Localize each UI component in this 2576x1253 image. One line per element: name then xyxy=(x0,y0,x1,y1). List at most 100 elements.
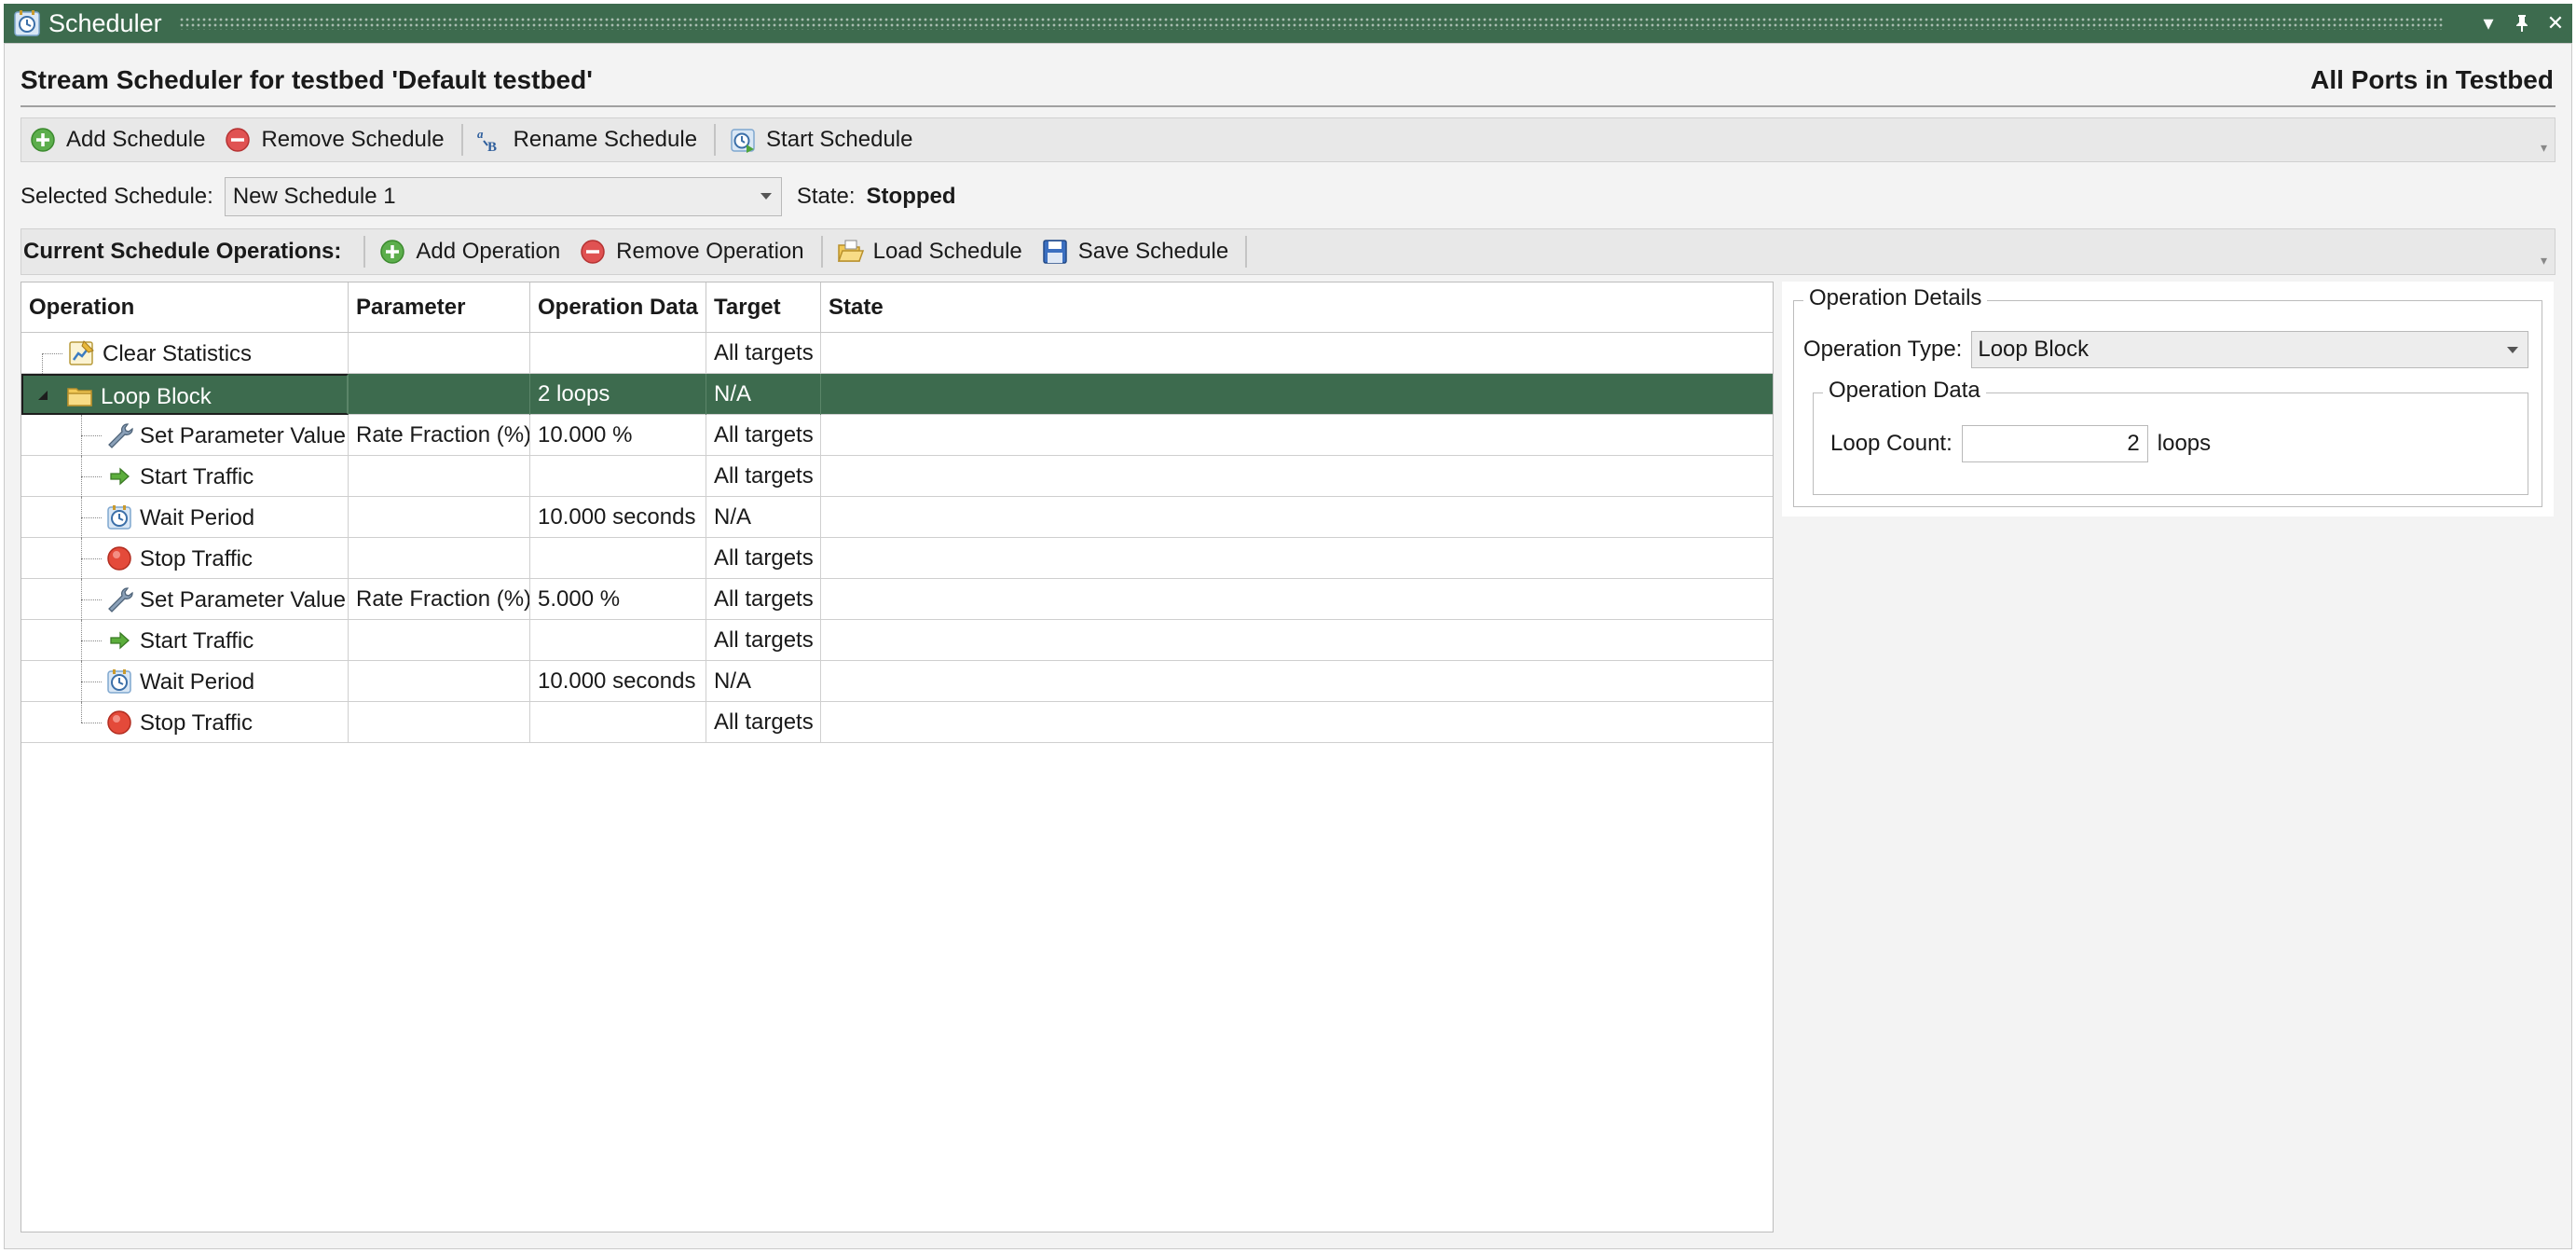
start-schedule-label: Start Schedule xyxy=(766,127,913,152)
target-cell: All targets xyxy=(706,456,821,497)
rename-icon: aB xyxy=(477,127,497,154)
operation-data-cell: 10.000 seconds xyxy=(530,497,706,538)
toolbar-overflow-icon[interactable]: ▾ xyxy=(2541,140,2547,156)
svg-text:a: a xyxy=(477,127,484,141)
grid-header: Operation Parameter Operation Data Targe… xyxy=(21,282,1773,333)
operation-cell: Stop Traffic xyxy=(21,702,349,743)
close-icon[interactable]: ✕ xyxy=(2539,7,2572,40)
operation-cell: Start Traffic xyxy=(21,620,349,661)
table-row[interactable]: Start Traffic All targets xyxy=(21,456,1773,497)
loop-count-unit: loops xyxy=(2157,431,2212,456)
operation-cell: Clear Statistics xyxy=(21,333,349,374)
remove-icon xyxy=(581,240,605,264)
parameter-cell xyxy=(349,620,530,661)
title-drag-grip[interactable] xyxy=(178,17,2444,30)
operation-name: Wait Period xyxy=(140,504,255,530)
table-row[interactable]: Set Parameter Value Rate Fraction (%) 5.… xyxy=(21,579,1773,620)
table-row[interactable]: Stop Traffic All targets xyxy=(21,538,1773,579)
operation-name: Loop Block xyxy=(101,383,212,409)
schedule-toolbar: Add Schedule Remove Schedule aB Rename S… xyxy=(21,117,2555,162)
scheduler-app-icon xyxy=(14,10,40,36)
operation-type-row: Operation Type: Loop Block xyxy=(1803,331,2529,368)
operation-data-cell xyxy=(530,620,706,661)
table-row[interactable]: Wait Period 10.000 seconds N/A xyxy=(21,661,1773,702)
load-schedule-button[interactable]: Load Schedule xyxy=(829,233,1034,270)
window-title-bar: Scheduler ▾ ✕ xyxy=(4,4,2572,43)
table-row-selected[interactable]: Loop Block 2 loops N/A xyxy=(21,374,1773,415)
load-schedule-label: Load Schedule xyxy=(872,239,1022,264)
toolbar-separator xyxy=(363,236,366,268)
pin-icon[interactable] xyxy=(2505,7,2539,40)
state-cell xyxy=(821,661,1773,702)
table-row[interactable]: Stop Traffic All targets xyxy=(21,702,1773,743)
remove-schedule-label: Remove Schedule xyxy=(261,127,445,152)
add-operation-label: Add Operation xyxy=(416,239,561,264)
loop-count-input[interactable] xyxy=(1961,425,2148,462)
table-row[interactable]: Clear Statistics All targets xyxy=(21,333,1773,374)
collapse-triangle-icon[interactable] xyxy=(38,391,48,400)
selected-schedule-label: Selected Schedule: xyxy=(21,184,213,209)
column-header-parameter[interactable]: Parameter xyxy=(349,282,530,333)
operation-details-title: Operation Details xyxy=(1803,285,1988,311)
toolbar-separator xyxy=(820,236,823,268)
panel-splitter[interactable] xyxy=(1774,282,1782,1232)
add-schedule-label: Add Schedule xyxy=(66,127,206,152)
stop-icon xyxy=(107,710,131,735)
start-schedule-button[interactable]: Start Schedule xyxy=(721,121,924,158)
chevron-down-icon xyxy=(2507,347,2519,353)
operation-cell: Set Parameter Value xyxy=(21,579,349,620)
stop-icon xyxy=(107,546,131,571)
operation-name: Start Traffic xyxy=(140,627,254,654)
green-arrow-icon xyxy=(110,631,130,650)
selected-schedule-dropdown[interactable]: New Schedule 1 xyxy=(224,177,782,216)
state-cell xyxy=(821,579,1773,620)
chevron-down-icon xyxy=(760,193,772,200)
operation-data-group: Operation Data Loop Count: loops xyxy=(1813,378,2528,495)
operations-grid: Operation Parameter Operation Data Targe… xyxy=(21,282,1774,1232)
parameter-cell: Rate Fraction (%) xyxy=(349,579,530,620)
operation-data-cell xyxy=(530,538,706,579)
table-row[interactable]: Start Traffic All targets xyxy=(21,620,1773,661)
title-divider xyxy=(21,105,2555,107)
operation-cell: Wait Period xyxy=(21,661,349,702)
remove-operation-label: Remove Operation xyxy=(616,239,804,264)
operations-toolbar: Current Schedule Operations: Add Operati… xyxy=(21,228,2555,275)
column-header-operation-data[interactable]: Operation Data xyxy=(530,282,706,333)
add-operation-button[interactable]: Add Operation xyxy=(371,233,571,270)
floppy-disk-icon xyxy=(1043,240,1067,264)
remove-schedule-button[interactable]: Remove Schedule xyxy=(216,121,455,158)
rename-schedule-label: Rename Schedule xyxy=(513,127,698,152)
save-schedule-label: Save Schedule xyxy=(1077,239,1229,264)
green-arrow-icon xyxy=(110,467,130,486)
operations-toolbar-label: Current Schedule Operations: xyxy=(23,239,342,264)
column-header-state[interactable]: State xyxy=(821,282,1773,333)
state-cell xyxy=(821,702,1773,743)
state-cell xyxy=(821,456,1773,497)
open-folder-icon xyxy=(837,240,864,262)
page-scope-label: All Ports in Testbed xyxy=(2310,65,2554,94)
operation-data-cell: 10.000 % xyxy=(530,415,706,456)
operation-data-cell: 2 loops xyxy=(530,374,706,415)
operation-cell: Loop Block xyxy=(21,374,349,415)
operation-data-title: Operation Data xyxy=(1823,378,1986,404)
save-schedule-button[interactable]: Save Schedule xyxy=(1034,233,1240,270)
operation-type-value: Loop Block xyxy=(1978,337,2090,362)
state-cell xyxy=(821,374,1773,415)
toolbar-separator xyxy=(714,124,717,156)
table-row[interactable]: Wait Period 10.000 seconds N/A xyxy=(21,497,1773,538)
window-menu-dropdown-icon[interactable]: ▾ xyxy=(2472,7,2505,40)
operation-cell: Stop Traffic xyxy=(21,538,349,579)
operation-data-cell xyxy=(530,456,706,497)
add-schedule-button[interactable]: Add Schedule xyxy=(21,121,216,158)
table-row[interactable]: Set Parameter Value Rate Fraction (%) 10… xyxy=(21,415,1773,456)
operation-cell: Start Traffic xyxy=(21,456,349,497)
column-header-operation[interactable]: Operation xyxy=(21,282,349,333)
toolbar-overflow-icon[interactable]: ▾ xyxy=(2541,253,2547,268)
rename-schedule-button[interactable]: aB Rename Schedule xyxy=(469,121,708,158)
operation-type-dropdown[interactable]: Loop Block xyxy=(1971,331,2529,368)
start-schedule-icon xyxy=(731,129,755,153)
remove-operation-button[interactable]: Remove Operation xyxy=(571,233,815,270)
operation-details-group: Operation Details Operation Type: Loop B… xyxy=(1793,285,2542,507)
folder-icon xyxy=(67,388,92,406)
column-header-target[interactable]: Target xyxy=(706,282,821,333)
